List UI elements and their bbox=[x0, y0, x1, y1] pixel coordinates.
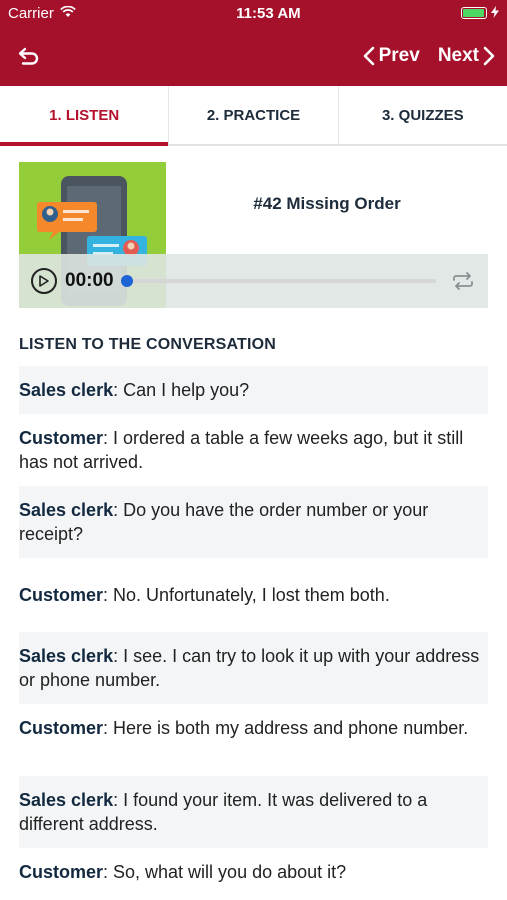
lesson-header: #42 Missing Order 00:00 bbox=[19, 162, 488, 308]
audio-player: 00:00 bbox=[19, 254, 488, 308]
back-button[interactable] bbox=[18, 42, 46, 70]
speaker-label: Sales clerk bbox=[19, 500, 114, 520]
line-text: : Here is both my address and phone numb… bbox=[103, 718, 469, 738]
slider-thumb[interactable] bbox=[120, 275, 133, 287]
prev-label: Prev bbox=[378, 45, 420, 66]
conversation-line: Customer: Here is both my address and ph… bbox=[19, 704, 488, 776]
conversation-line: Sales clerk: Do you have the order numbe… bbox=[19, 486, 488, 558]
line-text: : No. Unfortunately, I lost them both. bbox=[103, 585, 390, 605]
playback-slider[interactable] bbox=[120, 275, 436, 287]
conversation-line: Customer: I ordered a table a few weeks … bbox=[19, 414, 488, 486]
chevron-right-icon bbox=[483, 46, 495, 66]
speaker-label: Customer bbox=[19, 585, 104, 605]
repeat-icon bbox=[453, 272, 473, 290]
chevron-left-icon bbox=[363, 46, 374, 66]
conversation-line: Sales clerk: Can I help you? bbox=[19, 366, 488, 414]
line-text: : So, what will you do about it? bbox=[103, 862, 347, 882]
playback-time: 00:00 bbox=[65, 270, 114, 291]
conversation-line: Customer: So, what will you do about it? bbox=[19, 848, 488, 896]
tab-quizzes[interactable]: 3. QUIZZES bbox=[339, 86, 507, 144]
next-button[interactable]: Next bbox=[438, 45, 495, 67]
lesson-content: #42 Missing Order 00:00 LISTEN TO THE CO… bbox=[0, 146, 507, 896]
speaker-label: Customer bbox=[19, 718, 104, 738]
wifi-icon bbox=[60, 5, 76, 22]
carrier-label: Carrier bbox=[8, 4, 54, 22]
tab-practice[interactable]: 2. PRACTICE bbox=[169, 86, 339, 144]
conversation-line: Sales clerk: I see. I can try to look it… bbox=[19, 632, 488, 704]
prev-button[interactable]: Prev bbox=[363, 45, 420, 67]
play-button[interactable] bbox=[31, 268, 57, 294]
line-text: : Can I help you? bbox=[113, 380, 250, 400]
tab-bar: 1. LISTEN 2. PRACTICE 3. QUIZZES bbox=[0, 86, 507, 146]
lesson-title: #42 Missing Order bbox=[253, 194, 401, 213]
play-icon bbox=[39, 275, 49, 287]
speaker-label: Customer bbox=[19, 428, 104, 448]
next-label: Next bbox=[437, 45, 479, 66]
speaker-label: Sales clerk bbox=[19, 646, 114, 666]
charging-icon bbox=[490, 5, 499, 22]
conversation-line: Sales clerk: I found your item. It was d… bbox=[19, 776, 488, 848]
status-bar: Carrier 11:53 AM bbox=[0, 0, 507, 26]
return-icon bbox=[18, 47, 39, 65]
speaker-label: Sales clerk bbox=[19, 790, 114, 810]
battery-icon bbox=[460, 7, 487, 19]
speaker-label: Customer bbox=[19, 862, 104, 882]
tab-listen[interactable]: 1. LISTEN bbox=[0, 86, 170, 146]
conversation-line: Customer: No. Unfortunately, I lost them… bbox=[19, 558, 488, 632]
navigation-bar: Prev Next bbox=[0, 26, 507, 86]
section-heading: LISTEN TO THE CONVERSATION bbox=[19, 336, 277, 353]
repeat-button[interactable] bbox=[450, 271, 476, 291]
speaker-label: Sales clerk bbox=[19, 380, 114, 400]
status-time: 11:53 AM bbox=[236, 4, 301, 22]
